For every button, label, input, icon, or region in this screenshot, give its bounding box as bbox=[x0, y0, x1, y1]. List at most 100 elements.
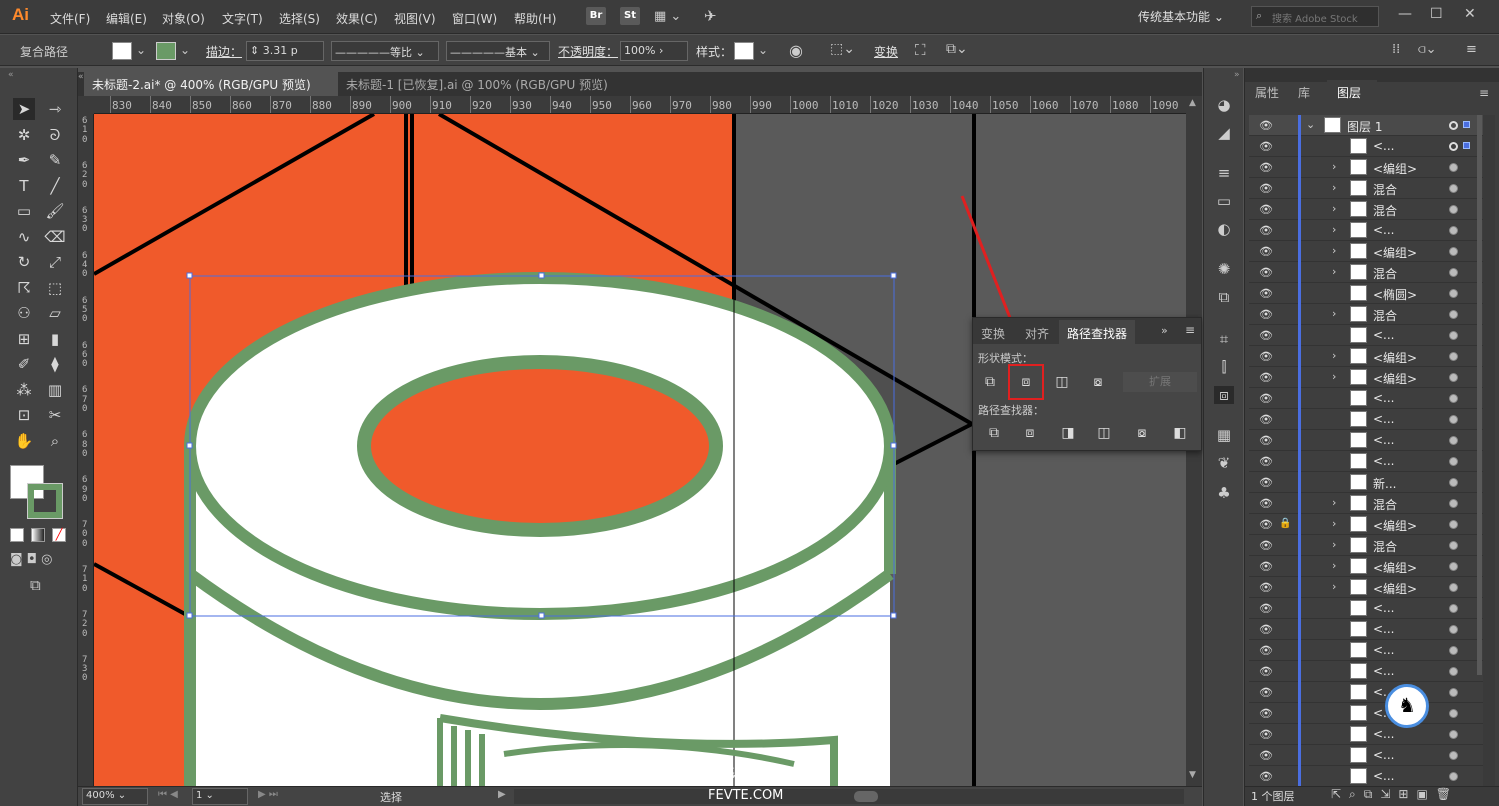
rectangle-tool-icon[interactable]: ▭ bbox=[13, 200, 35, 222]
unite-button[interactable]: ⧉ bbox=[979, 371, 1001, 393]
chevron-down-icon[interactable]: ⌄ bbox=[758, 43, 768, 57]
layer-row[interactable]: 👁 <... bbox=[1249, 598, 1485, 619]
selection-handle[interactable] bbox=[890, 442, 897, 449]
opacity-label[interactable]: 不透明度： bbox=[558, 43, 618, 60]
expand-arrow-icon[interactable]: › bbox=[1332, 181, 1336, 194]
draw-mode-icons[interactable]: ◙ ◘ ◎ bbox=[10, 552, 53, 567]
opacity-field[interactable]: 100% › bbox=[620, 41, 688, 61]
appearance-icon[interactable]: ✺ bbox=[1214, 260, 1234, 278]
slice-tool-icon[interactable]: ✂ bbox=[44, 404, 66, 426]
layer-name[interactable]: 混合 bbox=[1373, 538, 1397, 555]
gpu-performance-icon[interactable]: ✈ bbox=[704, 7, 717, 25]
maximize-button[interactable]: ☐ bbox=[1430, 6, 1443, 22]
visibility-eye-icon[interactable]: 👁 bbox=[1259, 497, 1273, 510]
layer-row[interactable]: 👁 › <编组> bbox=[1249, 556, 1485, 577]
layer-row[interactable]: 👁 <... bbox=[1249, 661, 1485, 682]
selection-handle[interactable] bbox=[186, 442, 193, 449]
layer-row[interactable]: 👁 › <编组> bbox=[1249, 577, 1485, 598]
blend-tool-icon[interactable]: ⧫ bbox=[44, 353, 66, 375]
layer-name[interactable]: <... bbox=[1373, 454, 1395, 468]
target-circle-icon[interactable] bbox=[1449, 394, 1458, 403]
transparency-icon[interactable]: ◐ bbox=[1214, 220, 1234, 238]
target-circle-icon[interactable] bbox=[1449, 373, 1458, 382]
divide-button[interactable]: ⧉ bbox=[983, 422, 1005, 444]
chevron-down-icon[interactable]: ⌄ bbox=[180, 43, 190, 57]
visibility-eye-icon[interactable]: 👁 bbox=[1259, 686, 1273, 699]
menu-2[interactable]: 对象(O) bbox=[162, 10, 205, 27]
artboard-tool-icon[interactable]: ⊡ bbox=[13, 404, 35, 426]
layer-row[interactable]: 👁 › 混合 bbox=[1249, 199, 1485, 220]
lock-icon[interactable]: 🔒 bbox=[1279, 518, 1291, 529]
paintbrush-tool-icon[interactable]: 🖌 bbox=[44, 200, 66, 222]
tab-active-document[interactable]: 未标题-2.ai* @ 400% (RGB/GPU 预览) × bbox=[84, 72, 338, 107]
stroke-swatch[interactable] bbox=[156, 42, 176, 60]
eyedropper-tool-icon[interactable]: ✐ bbox=[13, 353, 35, 375]
visibility-eye-icon[interactable]: 👁 bbox=[1259, 413, 1273, 426]
target-circle-icon[interactable] bbox=[1449, 625, 1458, 634]
shape-builder-tool-icon[interactable]: ⚇ bbox=[13, 302, 35, 324]
layer-row[interactable]: 👁 › <编组> bbox=[1249, 157, 1485, 178]
visibility-eye-icon[interactable]: 👁 bbox=[1259, 287, 1273, 300]
panel-menu-icon[interactable]: ≡ bbox=[1185, 323, 1195, 337]
minus-back-button[interactable]: ◧ bbox=[1169, 422, 1191, 444]
layer-row[interactable]: 👁 ⌄ 图层 1 bbox=[1249, 115, 1485, 136]
menu-7[interactable]: 窗口(W) bbox=[452, 10, 497, 27]
layer-row[interactable]: 👁 <... bbox=[1249, 430, 1485, 451]
layer-name[interactable]: 混合 bbox=[1373, 265, 1397, 282]
menu-8[interactable]: 帮助(H) bbox=[514, 10, 556, 27]
align-icon[interactable]: ⫿ bbox=[1214, 358, 1234, 376]
visibility-eye-icon[interactable]: 👁 bbox=[1259, 560, 1273, 573]
layer-row[interactable]: 👁 <... bbox=[1249, 619, 1485, 640]
visibility-eye-icon[interactable]: 👁 bbox=[1259, 476, 1273, 489]
target-circle-icon[interactable] bbox=[1449, 667, 1458, 676]
expand-arrow-icon[interactable]: › bbox=[1332, 496, 1336, 509]
layer-name[interactable]: <... bbox=[1373, 328, 1395, 342]
target-circle-icon[interactable] bbox=[1449, 226, 1458, 235]
layer-name[interactable]: <... bbox=[1373, 391, 1395, 405]
selection-handle[interactable] bbox=[538, 612, 545, 619]
stroke-color-box[interactable] bbox=[27, 483, 63, 519]
visibility-eye-icon[interactable]: 👁 bbox=[1259, 350, 1273, 363]
arrange-documents-icon[interactable]: ▦ ⌄ bbox=[654, 9, 681, 24]
layer-row[interactable]: 👁 › 混合 bbox=[1249, 535, 1485, 556]
target-circle-icon[interactable] bbox=[1449, 184, 1458, 193]
tab-libraries[interactable]: 库 bbox=[1298, 84, 1310, 101]
gradient-tool-icon[interactable]: ▮ bbox=[44, 328, 66, 350]
expand-arrow-icon[interactable]: › bbox=[1332, 580, 1336, 593]
target-circle-icon[interactable] bbox=[1449, 415, 1458, 424]
expand-arrow-icon[interactable]: › bbox=[1332, 370, 1336, 383]
layers-footer-icons[interactable]: ⇱⌕⧉⇲⊞▣🗑 bbox=[1331, 787, 1459, 802]
column-graph-tool-icon[interactable]: ▥ bbox=[44, 379, 66, 401]
layer-row[interactable]: 👁 › 混合 bbox=[1249, 304, 1485, 325]
graphic-styles-icon[interactable]: ⧉ bbox=[1214, 288, 1234, 306]
target-circle-icon[interactable] bbox=[1449, 436, 1458, 445]
visibility-eye-icon[interactable]: 👁 bbox=[1259, 707, 1273, 720]
variable-width-profile[interactable]: —————等比 ⌄ bbox=[331, 41, 439, 61]
visibility-eye-icon[interactable]: 👁 bbox=[1259, 371, 1273, 384]
status-arrow-icon[interactable]: ▶ bbox=[498, 789, 506, 800]
gradient-icon[interactable]: ▭ bbox=[1214, 192, 1234, 210]
visibility-eye-icon[interactable]: 👁 bbox=[1259, 266, 1273, 279]
target-circle-icon[interactable] bbox=[1449, 247, 1458, 256]
scroll-thumb[interactable] bbox=[854, 791, 878, 802]
menu-0[interactable]: 文件(F) bbox=[50, 10, 90, 27]
layer-name[interactable]: 混合 bbox=[1373, 496, 1397, 513]
intersect-button[interactable]: ◫ bbox=[1051, 371, 1073, 393]
direct-selection-tool-icon[interactable]: ⇾ bbox=[44, 98, 66, 120]
target-circle-icon[interactable] bbox=[1449, 289, 1458, 298]
trim-button[interactable]: ⧈ bbox=[1019, 422, 1041, 444]
menu-4[interactable]: 选择(S) bbox=[279, 10, 320, 27]
target-circle-icon[interactable] bbox=[1449, 121, 1458, 130]
envelope-icon[interactable]: ⧉⌄ bbox=[946, 41, 968, 57]
expand-arrow-icon[interactable]: › bbox=[1332, 223, 1336, 236]
artboard-nav-prev[interactable]: ⏮ ◀ bbox=[158, 789, 178, 800]
layer-name[interactable]: <... bbox=[1373, 223, 1395, 237]
selection-indicator[interactable] bbox=[1463, 121, 1470, 128]
screen-mode-icon[interactable]: ⧉ bbox=[30, 576, 41, 594]
target-circle-icon[interactable] bbox=[1449, 583, 1458, 592]
visibility-eye-icon[interactable]: 👁 bbox=[1259, 581, 1273, 594]
layer-name[interactable]: <... bbox=[1373, 664, 1395, 678]
selection-handle[interactable] bbox=[890, 612, 897, 619]
minus-front-button[interactable]: ⧈ bbox=[1008, 364, 1044, 400]
brushes-icon[interactable]: ❦ bbox=[1214, 454, 1234, 472]
